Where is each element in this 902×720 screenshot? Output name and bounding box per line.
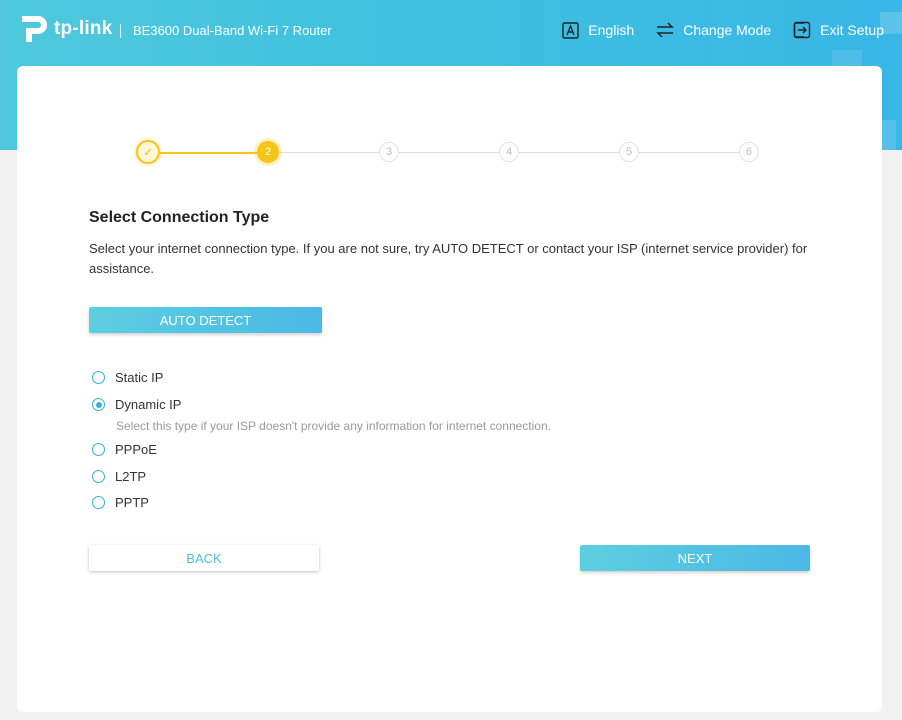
exit-setup-button[interactable]: Exit Setup — [793, 21, 884, 39]
step-1-check-icon: ✓ — [136, 140, 160, 164]
radio-button[interactable] — [92, 470, 105, 483]
radio-button-selected[interactable] — [92, 398, 105, 411]
step-5: 5 — [619, 142, 639, 162]
option-label: PPTP — [115, 495, 149, 510]
option-label: PPPoE — [115, 442, 157, 457]
option-dynamic-ip[interactable]: Dynamic IP — [92, 397, 181, 412]
page-title: Select Connection Type — [89, 209, 270, 226]
brand-name: tp-link — [54, 18, 113, 39]
header-actions: English Change Mode Exit Setup — [539, 21, 884, 39]
tp-link-logo[interactable]: tp-link — [16, 12, 112, 46]
next-button[interactable]: NEXT — [580, 545, 810, 571]
header-decoration — [882, 120, 896, 150]
auto-detect-button[interactable]: AUTO DETECT — [89, 307, 322, 333]
change-mode-icon — [656, 21, 675, 39]
language-label: English — [588, 22, 635, 38]
top-bar: tp-link BE3600 Dual-Band Wi-Fi 7 Router … — [0, 0, 902, 62]
step-3: 3 — [379, 142, 399, 162]
progress-stepper: ✓ 2 3 4 5 6 — [136, 139, 763, 167]
option-pptp[interactable]: PPTP — [92, 495, 149, 510]
header-divider — [120, 24, 121, 38]
change-mode-button[interactable]: Change Mode — [656, 21, 771, 39]
exit-setup-label: Exit Setup — [820, 22, 884, 38]
step-2: 2 — [257, 141, 279, 163]
option-label: L2TP — [115, 469, 147, 484]
change-mode-label: Change Mode — [683, 22, 772, 38]
back-button[interactable]: BACK — [89, 545, 319, 571]
step-4: 4 — [499, 142, 519, 162]
option-label: Dynamic IP — [115, 397, 182, 412]
option-l2tp[interactable]: L2TP — [92, 469, 146, 484]
exit-icon — [793, 21, 811, 39]
dynamic-ip-hint: Select this type if your ISP doesn't pro… — [116, 419, 551, 433]
option-label: Static IP — [115, 370, 164, 385]
step-6: 6 — [739, 142, 759, 162]
step-connector-done — [148, 152, 268, 154]
option-pppoe[interactable]: PPPoE — [92, 442, 157, 457]
page-description: Select your internet connection type. If… — [89, 241, 808, 276]
language-icon — [561, 21, 579, 39]
radio-button[interactable] — [92, 496, 105, 509]
radio-button[interactable] — [92, 443, 105, 456]
option-static-ip[interactable]: Static IP — [92, 370, 163, 385]
product-name: BE3600 Dual-Band Wi-Fi 7 Router — [133, 23, 332, 38]
tp-link-logo-icon — [22, 16, 47, 42]
language-button[interactable]: English — [561, 21, 634, 39]
radio-button[interactable] — [92, 371, 105, 384]
